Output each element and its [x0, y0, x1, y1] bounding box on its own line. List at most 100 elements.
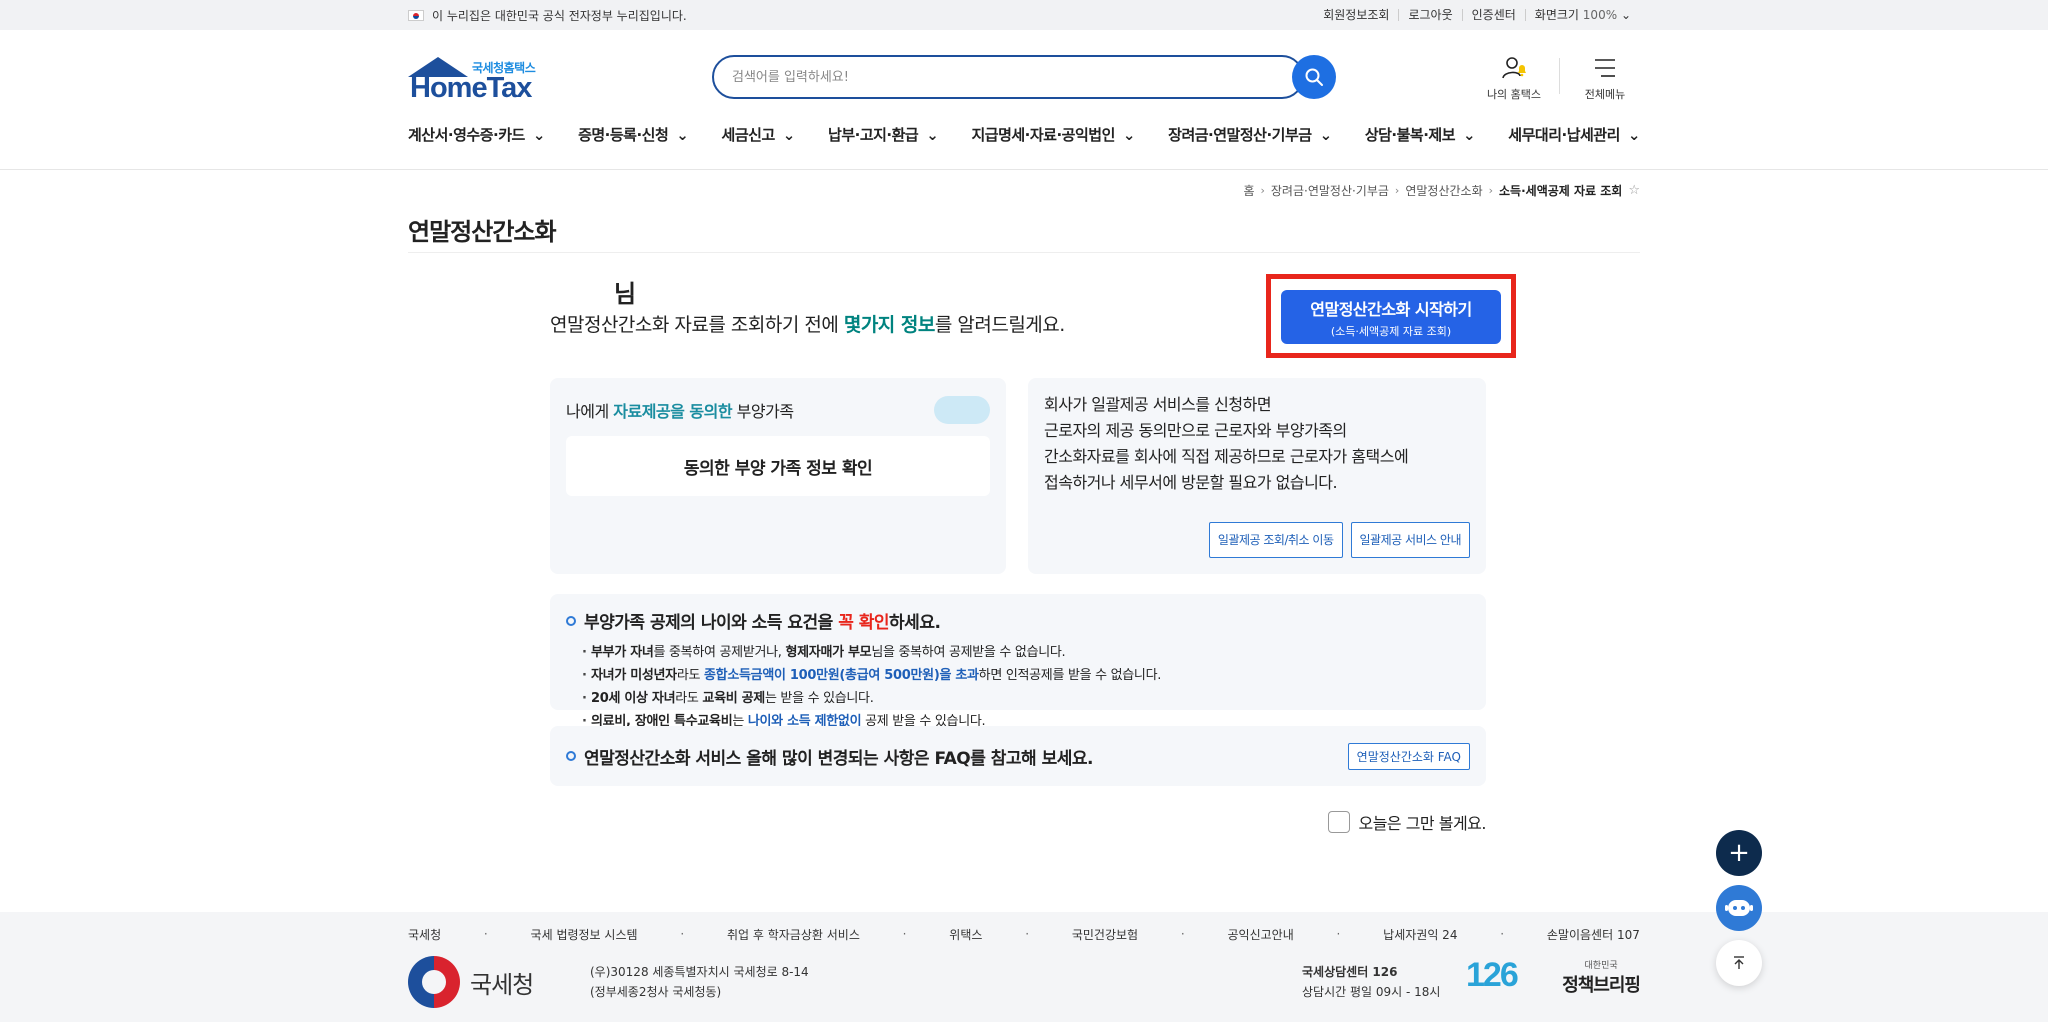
consent-dependents-card: 나에게 자료제공을 동의한 부양가족 동의한 부양 가족 정보 확인 — [550, 378, 1006, 574]
breadcrumb-level2[interactable]: 연말정산간소화 — [1405, 182, 1482, 199]
bulk-service-info-button[interactable]: 일괄제공 서비스 안내 — [1350, 522, 1470, 558]
footer-link[interactable]: 국세 법령정보 시스템 — [531, 926, 638, 943]
search-button[interactable] — [1292, 55, 1336, 99]
korea-flag-icon — [408, 9, 424, 21]
cert-center-link[interactable]: 인증센터 — [1461, 9, 1525, 21]
chatbot-icon — [1725, 900, 1753, 916]
star-icon[interactable]: ☆ — [1628, 183, 1640, 198]
breadcrumb-current: 소득·세액공제 자료 조회 — [1499, 184, 1623, 198]
plus-icon: + — [1728, 838, 1750, 868]
member-info-link[interactable]: 회원정보조회 — [1314, 9, 1398, 21]
search-input[interactable] — [714, 57, 1234, 97]
zoom-control[interactable]: 화면크기 100% ⌄ — [1524, 8, 1640, 22]
bold-text: 형제자매가 부모 — [785, 645, 872, 660]
chevron-right-icon: › — [1488, 184, 1494, 197]
footer-link[interactable]: 위택스 — [949, 926, 982, 943]
footer-link[interactable]: 취업 후 학자금상환 서비스 — [727, 926, 860, 943]
breadcrumb: 홈 › 장려금·연말정산·기부금 › 연말정산간소화 › 소득·세액공제 자료 … — [1243, 182, 1640, 199]
zoom-label: 화면크기 — [1534, 8, 1579, 22]
bold-text: 부부가 자녀 — [591, 645, 654, 660]
search-icon — [1305, 68, 1323, 86]
nav-label: 세무대리·납세관리 — [1508, 126, 1620, 144]
intro-post: 를 알려드릴게요. — [934, 314, 1065, 336]
nav-item-invoice[interactable]: 계산서·영수증·카드 ⌄ — [408, 124, 545, 145]
chevron-down-icon: ⌄ — [1620, 8, 1631, 22]
faq-title: 연말정산간소화 서비스 올해 많이 변경되는 사항은 FAQ를 참고해 보세요. — [566, 744, 1094, 769]
req-title-pre: 부양가족 공제의 나이와 소득 요건을 — [584, 613, 839, 633]
chevron-down-icon: ⌄ — [676, 125, 689, 144]
brief-main: 정책브리핑 — [1562, 975, 1641, 996]
scroll-top-button[interactable] — [1716, 940, 1762, 986]
header-divider — [1559, 58, 1560, 94]
nav-item-statements[interactable]: 지급명세·자료·공익법인 ⌄ — [971, 124, 1136, 145]
nav-item-certificate[interactable]: 증명·등록·신청 ⌄ — [578, 124, 689, 145]
chevron-down-icon: ⌄ — [1319, 125, 1333, 144]
nav-label: 계산서·영수증·카드 — [408, 126, 525, 144]
chevron-down-icon: ⌄ — [1122, 125, 1136, 144]
faq-title-text: 연말정산간소화 서비스 올해 많이 변경되는 사항은 FAQ를 참고해 보세요. — [584, 748, 1094, 769]
chevron-right-icon: › — [1260, 184, 1265, 197]
bulk-line: 간소화자료를 회사에 직접 제공하므로 근로자가 홈택스에 — [1044, 447, 1409, 466]
separator-dot: · — [680, 927, 685, 941]
list-item: 20세 이상 자녀라도 교육비 공제는 받을 수 있습니다. — [582, 687, 1470, 710]
chatbot-button[interactable] — [1716, 885, 1762, 931]
nav-item-tax-filing[interactable]: 세금신고 ⌄ — [721, 124, 796, 145]
bulk-view-cancel-button[interactable]: 일괄제공 조회/취소 이동 — [1208, 522, 1343, 558]
nav-label: 세금신고 — [721, 126, 776, 144]
start-year-end-button[interactable]: 연말정산간소화 시작하기 (소득·세액공제 자료 조회) — [1281, 290, 1501, 344]
separator-dot: · — [1500, 927, 1505, 941]
list-item: 자녀가 미성년자라도 종합소득금액이 100만원(총급여 500만원)을 초과하… — [582, 664, 1470, 687]
text: 를 중복하여 공제받거나, — [653, 645, 786, 660]
hamburger-icon — [1595, 59, 1615, 77]
zoom-value: 100% — [1582, 8, 1618, 22]
gov-notice-bar: 이 누리집은 대한민국 공식 전자정부 누리집입니다. 회원정보조회 로그아웃 … — [0, 0, 2048, 30]
start-button-sublabel: (소득·세액공제 자료 조회) — [1330, 324, 1452, 338]
nts-logo[interactable]: 국세청 — [408, 956, 534, 1008]
consent-post: 부양가족 — [732, 402, 794, 421]
faq-card: 연말정산간소화 서비스 올해 많이 변경되는 사항은 FAQ를 참고해 보세요.… — [550, 726, 1486, 786]
hometax-logo[interactable]: 국세청홈택스 HomeTax — [408, 55, 548, 105]
intro-text: 연말정산간소화 자료를 조회하기 전에 몇가지 정보를 알려드릴게요. — [550, 310, 1065, 337]
text: 라도 — [676, 668, 705, 683]
footer-link[interactable]: 국세청 — [408, 926, 441, 943]
nav-item-agent[interactable]: 세무대리·납세관리 ⌄ — [1508, 124, 1640, 145]
call-center-hours: 상담시간 평일 09시 - 18시 — [1302, 985, 1441, 999]
footer-link[interactable]: 공익신고안내 — [1228, 926, 1294, 943]
dont-show-checkbox[interactable] — [1328, 811, 1351, 833]
start-button-highlight: 연말정산간소화 시작하기 (소득·세액공제 자료 조회) — [1266, 274, 1516, 358]
text: 님을 중복하여 공제받을 수 없습니다. — [871, 645, 1066, 660]
separator-dot: · — [902, 927, 907, 941]
footer-link[interactable]: 국민건강보험 — [1072, 926, 1138, 943]
brief-small: 대한민국 — [1584, 961, 1618, 971]
all-menu-button[interactable]: 전체메뉴 — [1570, 54, 1640, 102]
bold-text: 20세 이상 자녀 — [591, 691, 676, 706]
nav-item-year-end[interactable]: 장려금·연말정산·기부금 ⌄ — [1168, 124, 1333, 145]
quick-menu-plus-button[interactable]: + — [1716, 830, 1762, 876]
address-line: (정부세종2청사 국세청동) — [590, 985, 722, 999]
gov-notice-text: 이 누리집은 대한민국 공식 전자정부 누리집입니다. — [432, 8, 687, 23]
dont-show-label: 오늘은 그만 볼게요. — [1358, 814, 1486, 833]
req-title-red: 꼭 확인 — [838, 613, 890, 633]
faq-button[interactable]: 연말정산간소화 FAQ — [1347, 742, 1470, 770]
separator-dot: · — [1336, 927, 1341, 941]
breadcrumb-home[interactable]: 홈 — [1243, 182, 1254, 199]
nav-item-payment[interactable]: 납부·고지·환급 ⌄ — [828, 124, 939, 145]
bulk-line: 회사가 일괄제공 서비스를 신청하면 — [1044, 395, 1272, 414]
bold-text: 교육비 공제 — [702, 691, 765, 706]
logout-link[interactable]: 로그아웃 — [1398, 9, 1461, 21]
footer-link[interactable]: 손말이음센터 107 — [1547, 926, 1640, 943]
footer-link[interactable]: 납세자권익 24 — [1383, 926, 1457, 943]
consent-toggle[interactable] — [934, 396, 990, 424]
requirements-list: 부부가 자녀를 중복하여 공제받거나, 형제자매가 부모님을 중복하여 공제받을… — [566, 641, 1470, 733]
nav-item-consult[interactable]: 상담·불복·제보 ⌄ — [1364, 124, 1476, 145]
org-name: 국세청 — [470, 970, 534, 999]
policy-briefing-logo[interactable]: 대한민국 정책브리핑 — [1562, 958, 1641, 997]
my-hometax-button[interactable]: 나의 홈택스 — [1479, 54, 1549, 102]
dont-show-today[interactable]: 오늘은 그만 볼게요. — [1328, 810, 1486, 834]
arrow-up-icon — [1734, 956, 1744, 969]
search-box — [712, 55, 1304, 99]
breadcrumb-level1[interactable]: 장려금·연말정산·기부금 — [1271, 182, 1389, 199]
nav-label: 상담·불복·제보 — [1364, 126, 1456, 144]
page-title: 연말정산간소화 — [408, 218, 557, 246]
confirm-dependents-button[interactable]: 동의한 부양 가족 정보 확인 — [566, 436, 990, 496]
